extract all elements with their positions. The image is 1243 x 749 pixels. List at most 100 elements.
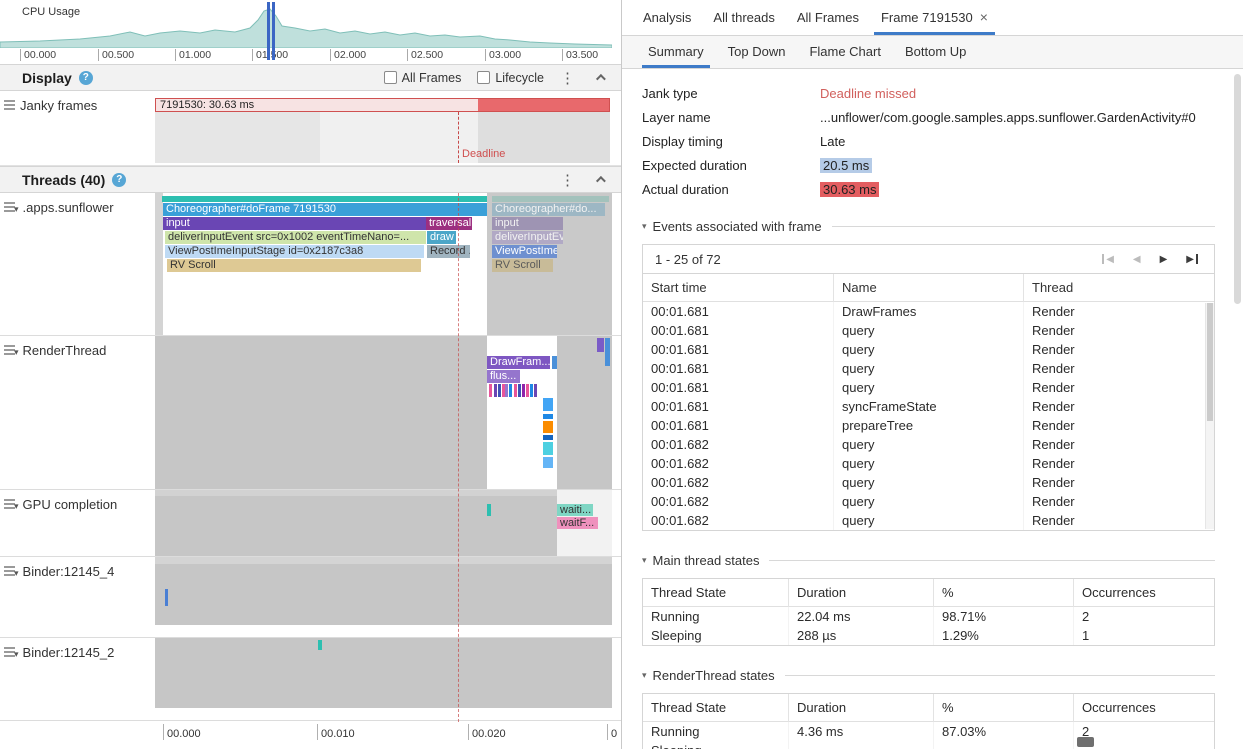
- events-cell: query: [833, 340, 1023, 359]
- tab-label: All Frames: [797, 0, 859, 35]
- states-cell: [1073, 741, 1214, 749]
- trace-region: [534, 384, 537, 397]
- range-selection-handle-right[interactable]: [272, 2, 275, 60]
- thread-track-gpu[interactable]: waiti...waitF...: [155, 490, 612, 556]
- summary-field-value: 20.5 ms: [820, 158, 872, 173]
- trace-event-bar[interactable]: DrawFram...: [487, 356, 550, 369]
- trace-event-bar[interactable]: deliverInputEven...: [492, 231, 563, 244]
- subtab-flame-chart[interactable]: Flame Chart: [797, 36, 893, 68]
- first-page-button[interactable]: ◀: [1102, 254, 1114, 265]
- trace-event-bar[interactable]: RV Scroll: [167, 259, 421, 272]
- events-cell: syncFrameState: [833, 397, 1023, 416]
- scrollbar-thumb[interactable]: [1207, 303, 1213, 421]
- subtab-bottom-up[interactable]: Bottom Up: [893, 36, 978, 68]
- states-table-row[interactable]: Sleeping288 µs1.29%1: [643, 626, 1214, 645]
- trace-event-bar[interactable]: input: [492, 217, 563, 230]
- trace-event-bar[interactable]: ViewPostImeInp...: [492, 245, 557, 258]
- events-section-header[interactable]: ▾ Events associated with frame: [642, 219, 1215, 234]
- events-table-row[interactable]: 00:01.681syncFrameStateRender: [643, 397, 1214, 416]
- lifecycle-label: Lifecycle: [495, 71, 544, 85]
- events-table-row[interactable]: 00:01.682queryRender: [643, 473, 1214, 492]
- subtab-bar: SummaryTop DownFlame ChartBottom Up: [622, 36, 1243, 69]
- previous-page-button[interactable]: ◀: [1133, 254, 1141, 265]
- subtab-summary[interactable]: Summary: [636, 36, 716, 68]
- thread-name[interactable]: ▾RenderThread: [14, 343, 106, 358]
- trace-event-bar[interactable]: waiti...: [557, 504, 593, 516]
- threads-collapse-button[interactable]: [591, 176, 607, 183]
- collapse-section-button[interactable]: [591, 74, 607, 81]
- trace-event-bar[interactable]: Record ...: [427, 245, 470, 258]
- tab-bar: AnalysisAll threads All Frames Frame 71915…: [622, 0, 1243, 36]
- thread-name[interactable]: ▾Binder:12145_2: [14, 645, 114, 660]
- thread-row-gpu: ▾GPU completion waiti...waitF...: [0, 490, 621, 557]
- trace-event-bar[interactable]: draw: [427, 231, 456, 244]
- trace-event-bar[interactable]: deliverInputEvent src=0x1002 eventTimeNa…: [165, 231, 426, 244]
- collapse-arrow-icon: ▾: [14, 347, 19, 357]
- threads-more-options-icon[interactable]: ⋮: [560, 171, 575, 189]
- tab-frame-7191530[interactable]: Frame 7191530×: [870, 0, 999, 35]
- events-table-row[interactable]: 00:01.681queryRender: [643, 359, 1214, 378]
- render-states-section-header[interactable]: ▾ RenderThread states: [642, 668, 1215, 683]
- events-table-row[interactable]: 00:01.681prepareTreeRender: [643, 416, 1214, 435]
- more-options-icon[interactable]: ⋮: [560, 69, 575, 87]
- events-table-row[interactable]: 00:01.681queryRender: [643, 340, 1214, 359]
- cpu-tick-label: 00.000: [20, 49, 56, 61]
- trace-event-bar[interactable]: input: [163, 217, 426, 230]
- jank-frame-bar[interactable]: 7191530: 30.63 ms: [155, 98, 610, 112]
- tab-all-threads[interactable]: All threads: [702, 0, 785, 35]
- events-cell: query: [833, 359, 1023, 378]
- events-cell: Render: [1023, 492, 1214, 511]
- help-icon[interactable]: ?: [79, 71, 93, 85]
- trace-event-bar[interactable]: waitF...: [557, 517, 598, 529]
- thread-track-binder2[interactable]: [155, 638, 612, 720]
- events-table-row[interactable]: 00:01.681DrawFramesRender: [643, 302, 1214, 321]
- thread-track-sunflower[interactable]: Choreographer#doFrame 7191530 Choreograph…: [155, 193, 612, 335]
- events-table-row[interactable]: 00:01.682queryRender: [643, 492, 1214, 511]
- events-table-row[interactable]: 00:01.682queryRender: [643, 454, 1214, 473]
- drag-handle-icon[interactable]: [4, 100, 15, 110]
- trace-event-bar[interactable]: Choreographer#doFrame 7191530: [163, 203, 487, 216]
- events-cell: query: [833, 435, 1023, 454]
- states-column-header: Occurrences: [1073, 579, 1214, 607]
- trace-event-bar[interactable]: ViewPostImeInputStage id=0x2187c3a8: [165, 245, 424, 258]
- janky-frames-label: Janky frames: [20, 98, 97, 113]
- threads-help-icon[interactable]: ?: [112, 173, 126, 187]
- events-table-row[interactable]: 00:01.681queryRender: [643, 321, 1214, 340]
- range-selection-handle-left[interactable]: [267, 2, 270, 60]
- events-cell: Render: [1023, 340, 1214, 359]
- next-page-button[interactable]: ▶: [1160, 254, 1168, 265]
- janky-frames-canvas[interactable]: 7191530: 30.63 ms Deadline: [155, 91, 612, 165]
- lifecycle-checkbox[interactable]: [477, 71, 490, 84]
- trace-event-bar[interactable]: traversal: [426, 217, 472, 230]
- all-frames-label: All Frames: [402, 71, 462, 85]
- states-table-row[interactable]: Sleeping: [643, 741, 1214, 749]
- states-cell: Running: [643, 724, 788, 739]
- thread-name[interactable]: ▾GPU completion: [14, 497, 117, 512]
- trace-event-bar[interactable]: flus...: [487, 370, 520, 383]
- events-cell: 00:01.682: [643, 475, 833, 490]
- thread-track-render[interactable]: DrawFram...flus...: [155, 336, 612, 489]
- tab-analysis[interactable]: Analysis: [632, 0, 702, 35]
- states-table-row[interactable]: Running4.36 ms87.03%2: [643, 722, 1214, 741]
- last-page-button[interactable]: ▶: [1186, 254, 1198, 265]
- main-states-section-header[interactable]: ▾ Main thread states: [642, 553, 1215, 568]
- states-table-row[interactable]: Running22.04 ms98.71%2: [643, 607, 1214, 626]
- all-frames-checkbox[interactable]: [384, 71, 397, 84]
- tab-all-frames[interactable]: All Frames: [786, 0, 870, 35]
- trace-region: [487, 504, 491, 516]
- events-table-row[interactable]: 00:01.682queryRender: [643, 511, 1214, 530]
- events-cell: 00:01.681: [643, 323, 833, 338]
- thread-name[interactable]: ▾.apps.sunflower: [14, 200, 114, 215]
- cpu-usage-ruler[interactable]: CPU Usage 00.00000.50001.00001.50002.000…: [0, 0, 621, 64]
- events-table-scrollbar[interactable]: [1205, 303, 1214, 529]
- subtab-top-down[interactable]: Top Down: [716, 36, 798, 68]
- thread-name[interactable]: ▾Binder:12145_4: [14, 564, 114, 579]
- thread-track-binder4[interactable]: [155, 557, 612, 637]
- panel-scrollbar[interactable]: [1234, 74, 1241, 304]
- events-table-row[interactable]: 00:01.682queryRender: [643, 435, 1214, 454]
- trace-event-bar[interactable]: Choreographer#do...: [492, 203, 605, 216]
- close-icon[interactable]: ×: [980, 0, 988, 35]
- horizontal-scrollbar-thumb[interactable]: [1077, 737, 1094, 747]
- trace-event-bar[interactable]: RV Scroll: [492, 259, 553, 272]
- events-table-row[interactable]: 00:01.681queryRender: [643, 378, 1214, 397]
